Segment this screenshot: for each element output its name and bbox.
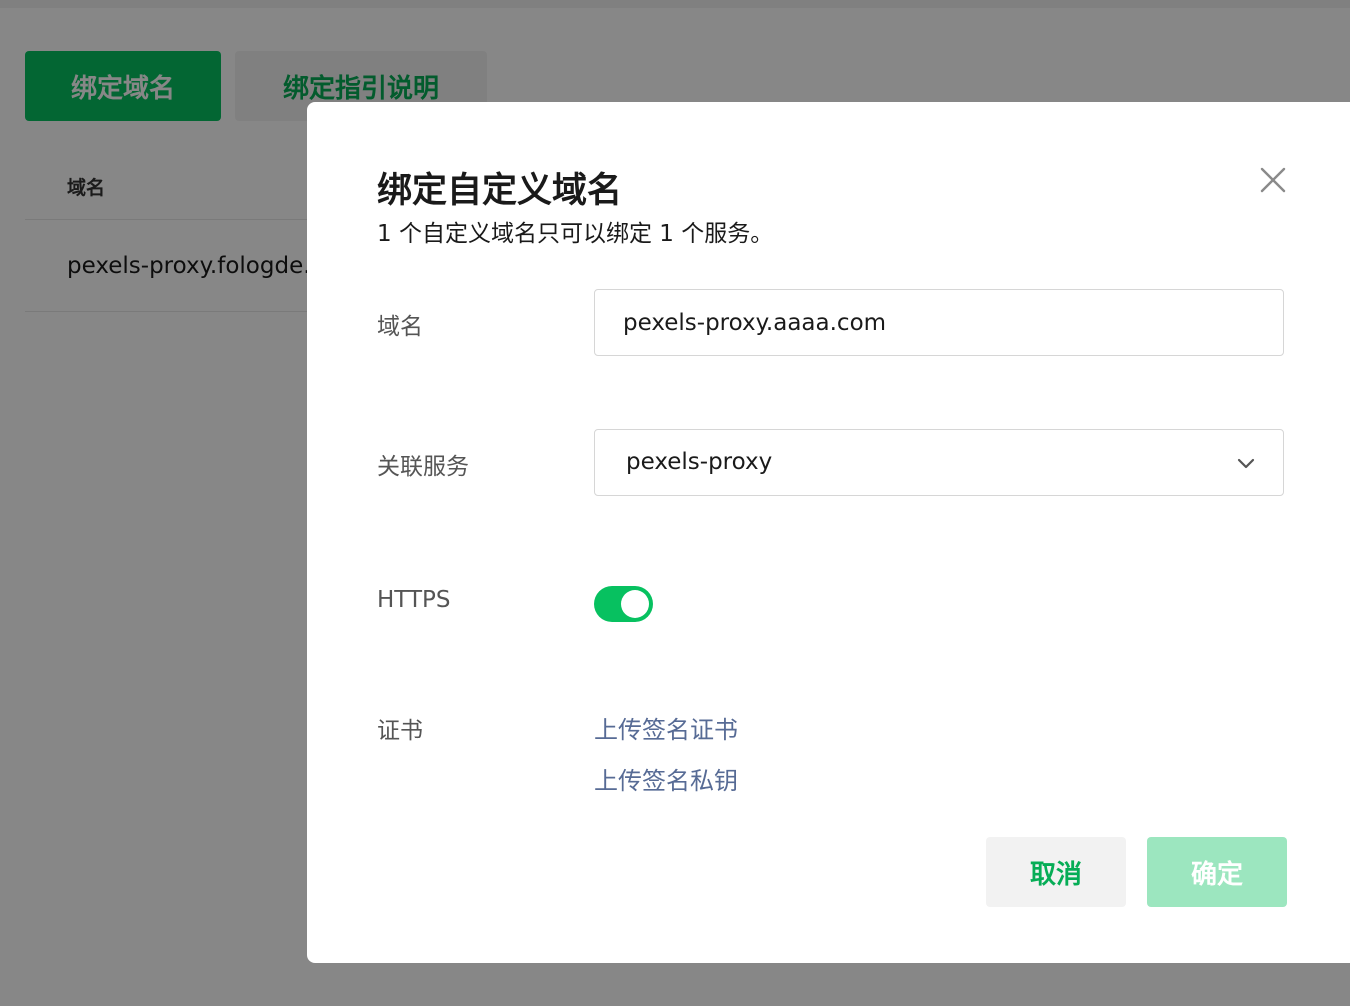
https-label: HTTPS [377, 587, 451, 613]
domain-label: 域名 [377, 314, 423, 340]
dialog-subtitle: 1 个自定义域名只可以绑定 1 个服务。 [377, 221, 774, 247]
service-select[interactable]: pexels-proxy [594, 429, 1284, 496]
domain-input-box[interactable] [594, 289, 1284, 356]
certificate-label: 证书 [377, 718, 423, 744]
close-icon[interactable] [1255, 162, 1291, 198]
bind-domain-dialog: 绑定自定义域名 1 个自定义域名只可以绑定 1 个服务。 域名 关联服务 pex… [307, 102, 1350, 963]
dialog-title: 绑定自定义域名 [377, 171, 623, 211]
upload-key-link[interactable]: 上传签名私钥 [594, 761, 738, 796]
service-label: 关联服务 [377, 454, 469, 480]
toggle-knob [621, 590, 649, 618]
https-toggle[interactable] [594, 586, 653, 622]
domain-input[interactable] [595, 290, 1283, 355]
service-select-value: pexels-proxy [626, 449, 773, 475]
chevron-down-icon [1237, 458, 1255, 469]
upload-cert-link[interactable]: 上传签名证书 [594, 710, 738, 745]
confirm-button[interactable]: 确定 [1147, 837, 1287, 907]
cancel-button[interactable]: 取消 [986, 837, 1126, 907]
